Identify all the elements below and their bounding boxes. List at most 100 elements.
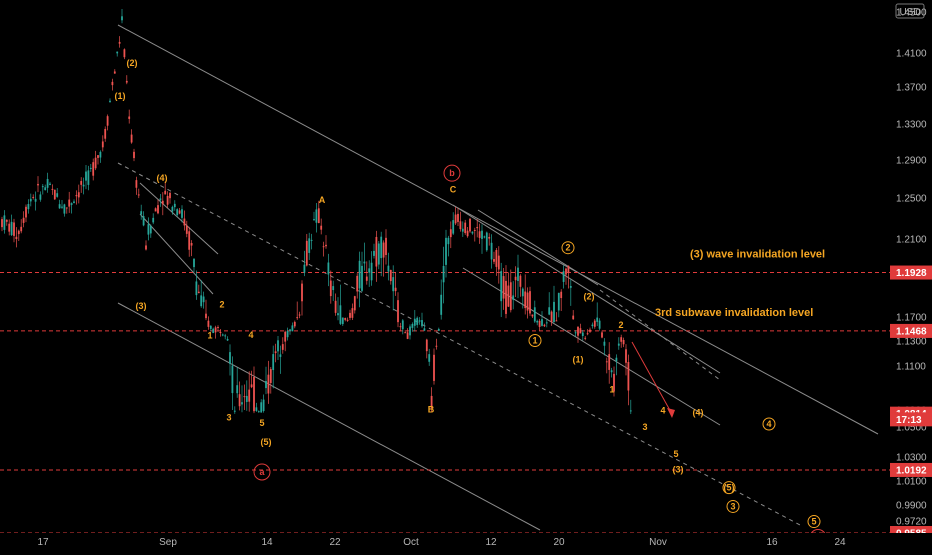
wave-label: (3) xyxy=(673,465,684,475)
candle-body xyxy=(85,171,87,181)
candle-body xyxy=(269,369,272,383)
candle-body xyxy=(10,221,13,236)
candle-body xyxy=(380,236,383,259)
price-chart[interactable]: (2) (1) (4) (3) 2 1 4 3 5 (5) a A Bb C 2 (2) 1 (1) 2 1 4 (4) 3… xyxy=(0,0,932,550)
candle-body xyxy=(620,337,623,342)
candle-body xyxy=(22,217,25,223)
candle-body xyxy=(142,216,145,226)
x-tick-label: 22 xyxy=(329,537,341,548)
candle-body xyxy=(284,331,287,342)
y-tick-label: 1.0300 xyxy=(896,453,927,464)
candle-body xyxy=(601,332,603,338)
candle-body xyxy=(370,262,373,281)
candle-body xyxy=(392,277,395,292)
candle-body xyxy=(1,219,3,228)
wave-label: (2) xyxy=(127,58,138,68)
candle-body xyxy=(425,339,428,352)
candle-body xyxy=(512,295,515,300)
wave-label: (1) xyxy=(115,91,126,101)
candle-body xyxy=(447,237,450,245)
candle-body xyxy=(382,242,385,258)
candle-body xyxy=(181,209,183,218)
candle-body xyxy=(3,215,6,230)
candle-body xyxy=(538,320,541,327)
level-annotation: 3rd subwave invalidation level xyxy=(655,307,813,319)
candle-body xyxy=(212,328,215,334)
x-tick-label: 20 xyxy=(553,537,565,548)
price-axis[interactable]: USD 1.45001.41001.37001.33001.29001.2500… xyxy=(890,0,932,550)
candle-body xyxy=(121,16,123,21)
wave-label: 4 xyxy=(766,419,771,429)
candle-body xyxy=(610,370,613,373)
candle-body xyxy=(598,320,601,329)
wave-label: (3) xyxy=(136,301,147,311)
candle-body xyxy=(157,205,159,214)
candle-body xyxy=(29,198,32,202)
candle-body xyxy=(116,51,119,54)
candle-body xyxy=(385,237,387,256)
candle-body xyxy=(437,328,440,331)
candle-body xyxy=(466,230,469,237)
candle-body xyxy=(190,243,193,246)
candle-body xyxy=(130,134,133,143)
candle-body xyxy=(173,203,176,208)
candle-body xyxy=(524,291,527,309)
candle-body xyxy=(53,189,56,200)
candle-body xyxy=(272,354,275,371)
candle-body xyxy=(353,296,356,311)
candle-body xyxy=(373,250,375,256)
candle-body xyxy=(238,394,241,407)
candle-body xyxy=(464,222,467,234)
x-tick-label: Sep xyxy=(159,537,177,548)
candle-body xyxy=(322,246,325,248)
wave-label: 5 xyxy=(259,418,264,428)
candle-body xyxy=(543,324,546,327)
candle-body xyxy=(423,328,426,331)
candle-body xyxy=(377,243,380,265)
candle-body xyxy=(315,209,318,223)
candle-body xyxy=(615,357,618,362)
candle-body xyxy=(298,314,301,316)
candle-body xyxy=(241,402,243,405)
candle-body xyxy=(593,320,596,327)
candle-body xyxy=(334,300,337,313)
candle-body xyxy=(164,190,167,195)
candle-body xyxy=(63,204,66,214)
chart-svg[interactable]: (2)(1)(4)(3) 21 435(5)aABbC2(2)1(1)214 (4)3… xyxy=(0,0,932,550)
candle-body xyxy=(248,389,251,402)
candle-body xyxy=(245,395,248,402)
candle-body xyxy=(541,319,543,326)
wave-label: b xyxy=(449,168,455,178)
candle-body xyxy=(257,411,260,413)
candle-body xyxy=(89,167,92,169)
time-axis[interactable]: 17 Sep 14 22 Oct 12 20 Nov 16 24 xyxy=(0,533,932,550)
candle-body xyxy=(265,380,267,389)
candle-body xyxy=(555,320,558,322)
candle-body xyxy=(529,291,531,314)
candle-body xyxy=(577,326,579,336)
candle-body xyxy=(574,332,577,334)
candle-body xyxy=(149,225,152,234)
wave-label: 2 xyxy=(565,243,570,253)
candle-body xyxy=(409,326,411,336)
candle-body xyxy=(58,204,61,209)
candle-body xyxy=(214,327,217,333)
y-tick-label: 0.9720 xyxy=(896,517,927,528)
candle-body xyxy=(313,219,315,221)
candle-body xyxy=(37,183,39,186)
candle-body xyxy=(459,221,462,230)
candle-body xyxy=(293,321,296,327)
y-tick-label: 1.2100 xyxy=(896,235,927,246)
y-tick-label: 0.9900 xyxy=(896,501,927,512)
candle-body xyxy=(125,80,128,83)
wave-label: 1 xyxy=(532,336,537,346)
candle-body xyxy=(596,317,599,322)
candle-body xyxy=(406,332,409,339)
candle-body xyxy=(13,222,15,236)
candle-body xyxy=(123,49,126,58)
candle-body xyxy=(61,206,63,208)
candle-body xyxy=(140,211,143,215)
candle-body xyxy=(337,313,339,316)
candle-body xyxy=(233,410,236,412)
wave-label: A xyxy=(319,195,326,205)
